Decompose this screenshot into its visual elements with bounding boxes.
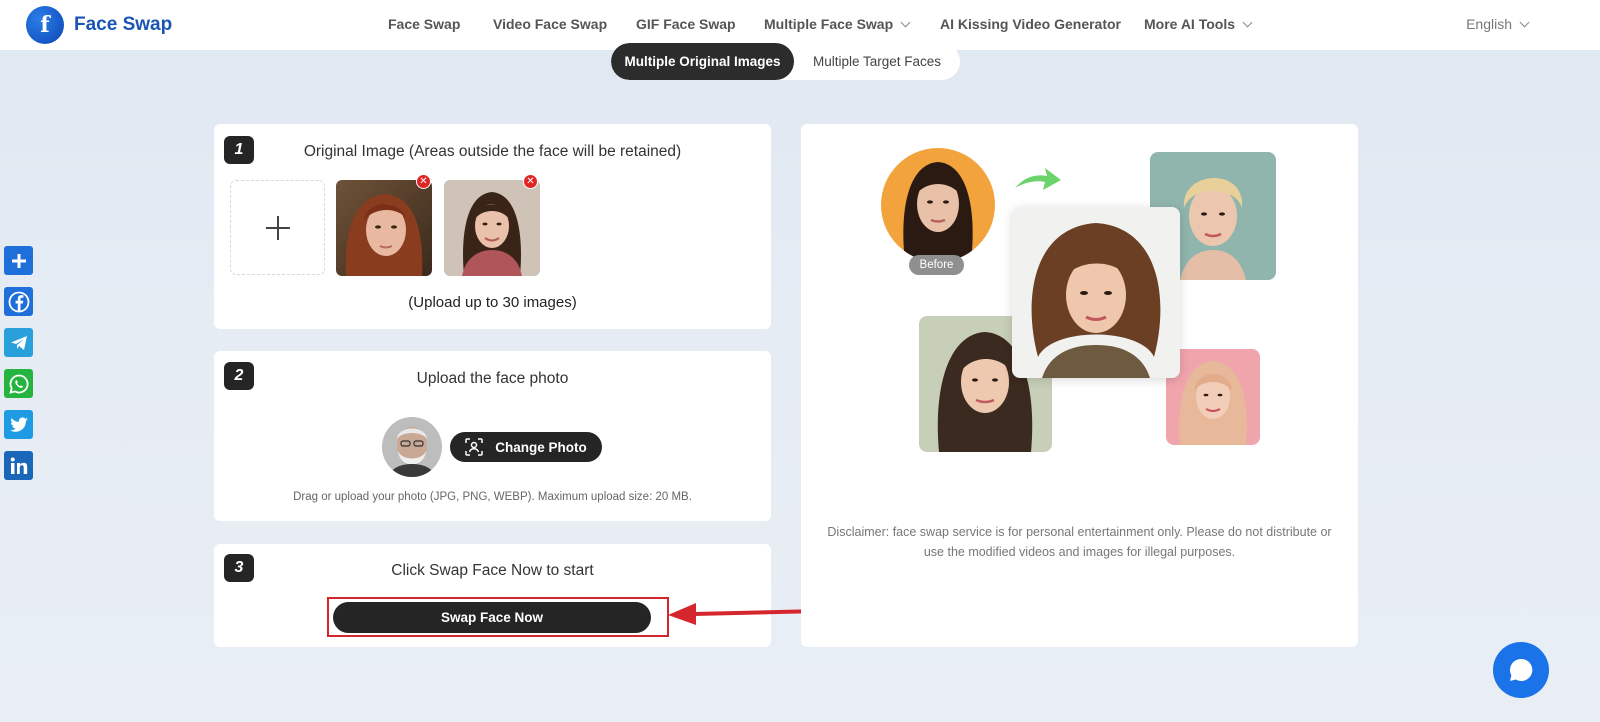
result-face-photo [1012,207,1180,378]
nav-label: Face Swap [388,16,461,32]
upload-limit-hint: (Upload up to 30 images) [408,294,577,311]
logo-icon: f [26,6,64,44]
whatsapp-icon[interactable] [4,369,33,398]
chat-button[interactable] [1493,642,1549,698]
nav-video-face-swap[interactable]: Video Face Swap [493,16,607,32]
step1-card: 1 Original Image (Areas outside the face… [214,124,771,329]
change-photo-label: Change Photo [495,439,587,455]
remove-image-button[interactable]: ✕ [416,174,431,189]
telegram-icon[interactable] [4,328,33,357]
chevron-down-icon [900,17,911,27]
step1-title: Original Image (Areas outside the face w… [303,143,682,160]
face-photo-avatar [382,417,442,477]
tab-multiple-target-faces[interactable]: Multiple Target Faces [794,43,960,80]
nav-more-ai-tools[interactable]: More AI Tools [1144,16,1253,32]
language-label: English [1466,16,1512,32]
language-selector[interactable]: English [1466,16,1530,32]
add-image-button[interactable] [230,180,325,275]
linkedin-icon[interactable] [4,451,33,480]
brand-logo[interactable]: f Face Swap [26,6,172,44]
original-image-thumbnail [444,180,540,276]
nav-gif-face-swap[interactable]: GIF Face Swap [636,16,736,32]
face-scan-icon [465,438,483,456]
twitter-icon[interactable] [4,410,33,439]
change-photo-button[interactable]: Change Photo [450,432,602,462]
facebook-icon[interactable] [4,287,33,316]
preview-card: Before Disclaimer: face swap service is … [801,124,1358,647]
nav-label: AI Kissing Video Generator [940,16,1122,32]
arrow-right-icon [1015,168,1061,190]
step3-title: Click Swap Face Now to start [391,562,594,579]
chevron-down-icon [1519,17,1530,27]
plus-icon [265,215,290,240]
upload-requirements-note: Drag or upload your photo (JPG, PNG, WEB… [293,491,692,503]
remove-image-button[interactable]: ✕ [523,174,538,189]
before-label: Before [909,255,964,275]
nav-ai-kissing-video[interactable]: AI Kissing Video Generator [940,16,1121,32]
nav-face-swap[interactable]: Face Swap [388,16,460,32]
nav-label: Multiple Face Swap [764,16,894,32]
step3-card: 3 Click Swap Face Now to start Swap Face… [214,544,771,647]
disclaimer-text: Disclaimer: face swap service is for per… [827,525,1332,559]
swap-face-now-button[interactable]: Swap Face Now [333,602,651,633]
nav-label: GIF Face Swap [636,16,736,32]
chat-bubble-icon [1509,658,1533,681]
chevron-down-icon [1242,17,1253,27]
original-image-thumbnail [336,180,432,276]
nav-label: Video Face Swap [493,16,608,32]
before-photo [881,148,995,262]
sample-face-pink-background [1166,349,1260,445]
nav-label: More AI Tools [1144,16,1235,32]
tab-multiple-original-images[interactable]: Multiple Original Images [611,43,794,80]
brand-name: Face Swap [74,14,173,35]
nav-multiple-face-swap[interactable]: Multiple Face Swap [764,16,911,32]
step2-card: 2 Upload the face photo Change Photo Dra… [214,351,771,521]
step2-title: Upload the face photo [416,370,569,387]
share-plus-icon[interactable] [4,246,33,275]
mode-toggle: Multiple Original Images Multiple Target… [611,43,960,80]
